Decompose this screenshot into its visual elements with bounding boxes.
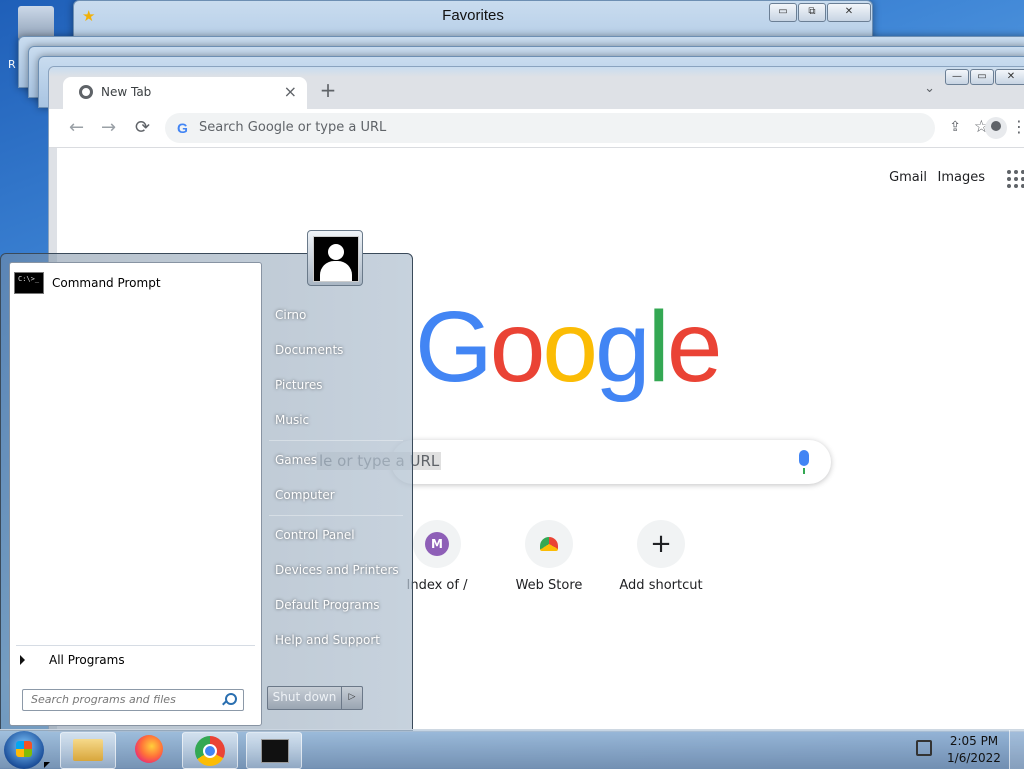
- recycle-bin-icon[interactable]: [18, 6, 54, 40]
- shutdown-button[interactable]: Shut down: [268, 687, 342, 709]
- mouse-cursor-icon: [44, 762, 50, 768]
- logo-letter: e: [666, 291, 723, 403]
- start-link-help-support[interactable]: Help and Support: [263, 623, 409, 658]
- minimize-button[interactable]: —: [945, 69, 969, 85]
- apps-grid-icon[interactable]: [1007, 170, 1024, 188]
- start-link-games[interactable]: Games: [263, 443, 409, 478]
- start-link-default-programs[interactable]: Default Programs: [263, 588, 409, 623]
- network-icon[interactable]: [916, 740, 932, 756]
- tab-new-tab[interactable]: New Tab ×: [63, 77, 307, 109]
- profile-icon[interactable]: [985, 117, 1007, 139]
- close-tab-icon[interactable]: ×: [284, 82, 297, 101]
- start-link-documents[interactable]: Documents: [263, 333, 409, 368]
- program-command-prompt[interactable]: C:\>_ Command Prompt: [14, 269, 255, 297]
- arrow-right-icon: [20, 655, 25, 665]
- toolbar: ← → ⟳ G Search Google or type a URL ⇪ ☆ …: [49, 109, 1024, 148]
- close-button[interactable]: ✕: [995, 69, 1024, 85]
- images-link[interactable]: Images: [938, 170, 986, 185]
- system-clock[interactable]: 2:05 PM 1/6/2022: [944, 733, 1004, 767]
- start-link-pictures[interactable]: Pictures: [263, 368, 409, 403]
- address-bar[interactable]: G Search Google or type a URL ⇪ ☆: [165, 113, 989, 143]
- logo-letter: g: [595, 291, 651, 403]
- tab-search-icon[interactable]: ⌄: [924, 81, 935, 96]
- favorites-caption-buttons: ▭ ⧉ ✕: [768, 3, 871, 22]
- clock-date: 1/6/2022: [947, 751, 1001, 765]
- start-button[interactable]: [4, 731, 44, 769]
- command-prompt-icon: C:\>_: [14, 272, 44, 294]
- shortcut-web-store[interactable]: Web Store: [493, 520, 605, 593]
- plus-icon: +: [650, 529, 672, 559]
- start-link-devices-printers[interactable]: Devices and Printers: [263, 553, 409, 588]
- folder-icon: [73, 739, 103, 761]
- show-desktop-button[interactable]: [1009, 730, 1024, 769]
- web-store-icon: [540, 537, 558, 551]
- shortcut-label: Web Store: [515, 578, 583, 593]
- taskbar-explorer[interactable]: [60, 732, 116, 769]
- forward-icon[interactable]: →: [101, 117, 116, 138]
- all-programs-label: All Programs: [49, 653, 125, 667]
- taskbar-firefox[interactable]: [122, 732, 176, 767]
- restore-button[interactable]: ⧉: [798, 3, 826, 22]
- maximize-button[interactable]: ▭: [970, 69, 994, 85]
- tab-title: New Tab: [101, 85, 152, 99]
- clock-time: 2:05 PM: [949, 734, 999, 748]
- start-link-user[interactable]: Cirno: [263, 298, 409, 333]
- start-menu-programs-pane: C:\>_ Command Prompt All Programs Search…: [9, 262, 262, 726]
- firefox-icon: [135, 735, 163, 763]
- user-avatar[interactable]: [307, 230, 363, 286]
- google-icon: G: [177, 120, 188, 136]
- taskbar: 2:05 PM 1/6/2022: [0, 729, 1024, 769]
- share-icon[interactable]: ⇪: [949, 119, 961, 135]
- back-icon[interactable]: ←: [69, 117, 84, 138]
- logo-letter: l: [647, 291, 670, 403]
- shortcut-label: Add shortcut: [619, 578, 703, 593]
- divider: [16, 645, 255, 646]
- minimize-button[interactable]: ▭: [769, 3, 797, 22]
- desktop-icon-label: R: [8, 58, 16, 71]
- program-label: Command Prompt: [52, 276, 161, 290]
- search-icon: [225, 693, 237, 705]
- reload-icon[interactable]: ⟳: [135, 117, 150, 138]
- microphone-icon[interactable]: [799, 450, 809, 474]
- menu-icon[interactable]: ⋮: [1011, 117, 1024, 136]
- favorites-window-title: Favorites: [442, 7, 504, 24]
- start-search-input[interactable]: Search programs and files: [22, 689, 244, 711]
- new-tab-button[interactable]: +: [317, 80, 339, 102]
- windows-logo-icon: [16, 741, 32, 757]
- chrome-icon: [79, 85, 93, 99]
- taskbar-command-prompt[interactable]: [246, 732, 302, 769]
- all-programs-button[interactable]: All Programs: [20, 653, 125, 667]
- gmail-link[interactable]: Gmail: [889, 170, 927, 185]
- start-link-computer[interactable]: Computer: [263, 478, 409, 513]
- shortcut-add[interactable]: + Add shortcut: [605, 520, 717, 593]
- google-logo: Google: [415, 290, 723, 405]
- site-letter-icon: M: [425, 532, 449, 556]
- logo-letter: o: [542, 291, 598, 403]
- start-menu: C:\>_ Command Prompt All Programs Search…: [0, 230, 413, 731]
- start-link-control-panel[interactable]: Control Panel: [263, 518, 409, 553]
- start-link-music[interactable]: Music: [263, 403, 409, 438]
- command-prompt-icon: [261, 739, 289, 763]
- taskbar-chrome[interactable]: [182, 732, 238, 769]
- address-bar-placeholder: Search Google or type a URL: [199, 120, 387, 135]
- logo-letter: G: [415, 291, 493, 403]
- chrome-caption-buttons: — ▭ ✕: [944, 69, 1024, 85]
- start-search-placeholder: Search programs and files: [31, 693, 176, 706]
- title-bar[interactable]: [49, 67, 1024, 77]
- search-box[interactable]: le or type a URL: [317, 440, 831, 484]
- logo-letter: o: [489, 291, 546, 403]
- close-button[interactable]: ✕: [827, 3, 871, 22]
- shutdown-options-icon[interactable]: ▷: [342, 687, 362, 709]
- chrome-icon: [195, 736, 225, 766]
- start-menu-links: Cirno Documents Pictures Music Games Com…: [263, 298, 409, 658]
- divider: [269, 440, 403, 441]
- shutdown-button-group: Shut down ▷: [267, 686, 363, 710]
- divider: [269, 515, 403, 516]
